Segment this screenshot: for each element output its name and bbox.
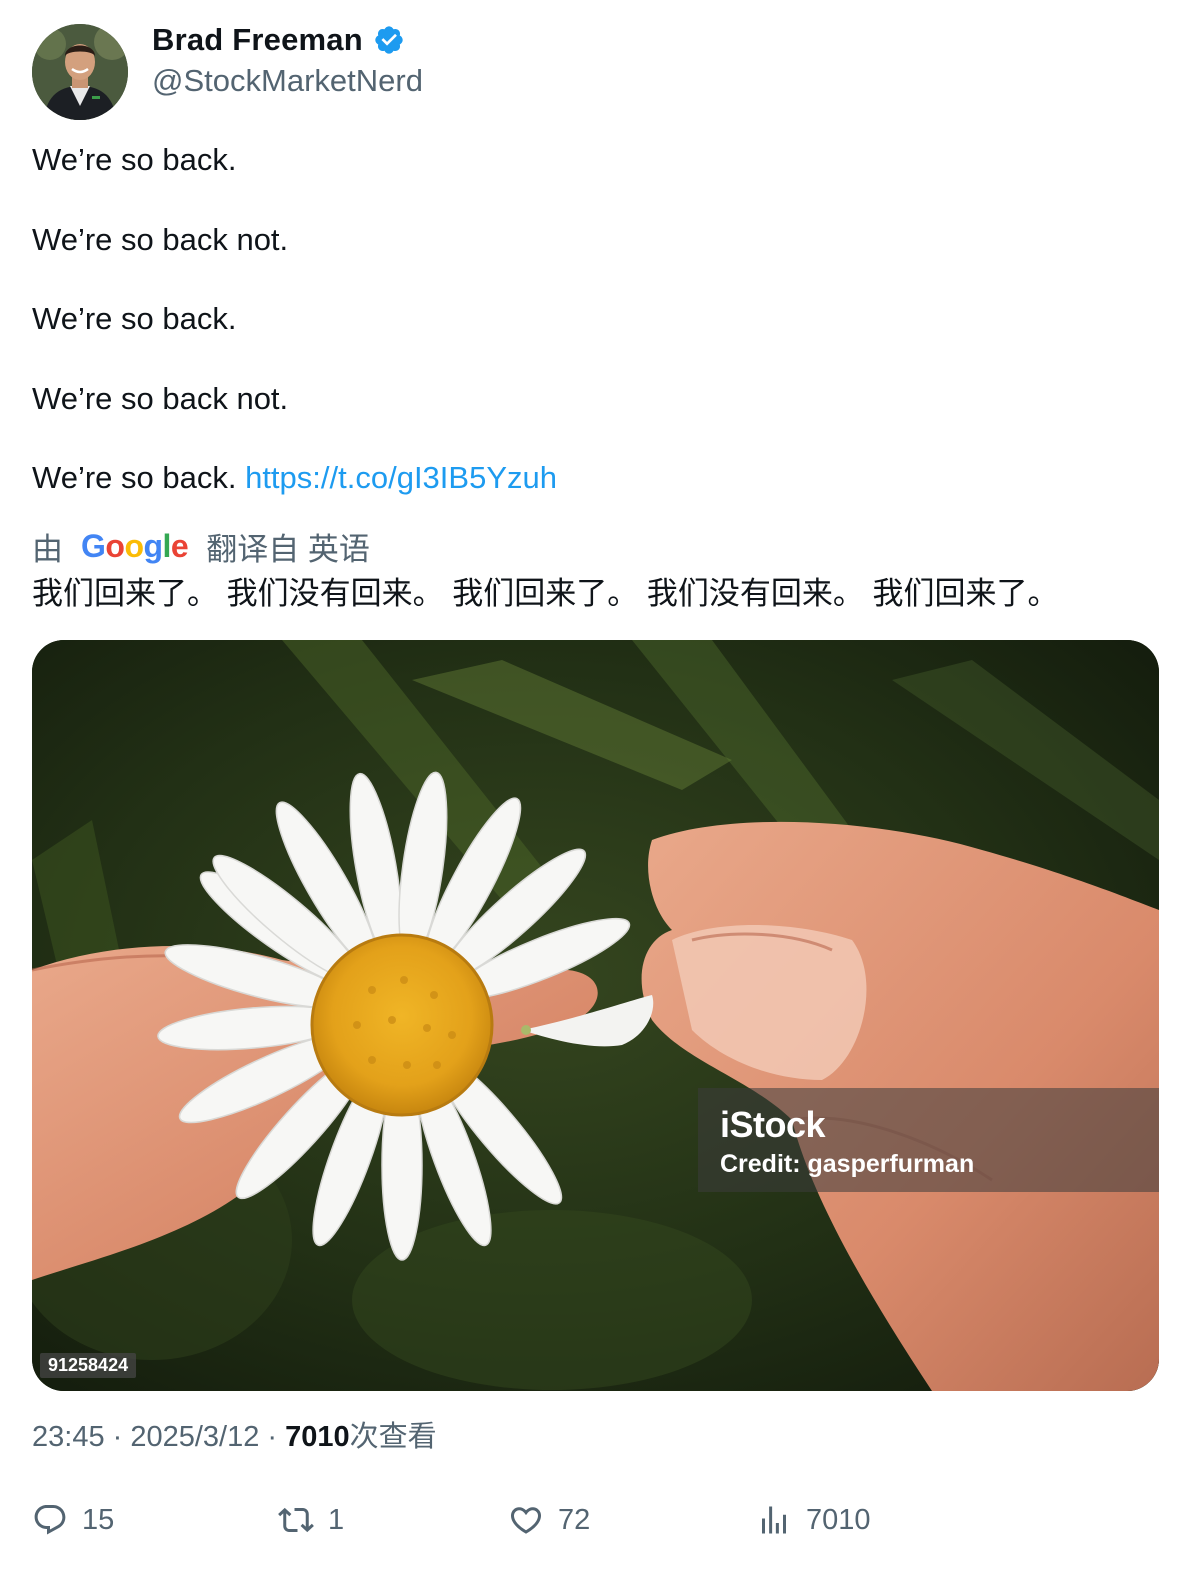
- meta-separator: ·: [104, 1421, 131, 1453]
- like-count: 72: [558, 1503, 591, 1536]
- analytics-bars-icon: [762, 1506, 786, 1534]
- tweet-line: We’re so back.: [32, 142, 237, 177]
- tweet-link[interactable]: https://t.co/gI3IB5Yzuh: [245, 460, 557, 495]
- google-logo: Google: [81, 527, 189, 564]
- tweet-date[interactable]: 2025/3/12: [130, 1421, 259, 1453]
- watermark-credit: Credit: gasperfurman: [720, 1150, 975, 1178]
- views-count: 7010: [285, 1421, 350, 1453]
- tweet-meta: 23:45 · 2025/3/12 · 7010次查看: [32, 1413, 437, 1455]
- tweet-line: We’re so back.: [32, 460, 237, 495]
- meta-separator: ·: [259, 1421, 286, 1453]
- like-button[interactable]: 72: [508, 1500, 590, 1540]
- watermark-brand: iStock: [720, 1104, 826, 1145]
- translation-attribution: 由 Google 翻译自 英语: [32, 524, 370, 568]
- retweet-button[interactable]: 1: [278, 1500, 344, 1540]
- tweet-line: We’re so back not.: [32, 380, 289, 416]
- views-button[interactable]: 7010: [756, 1500, 871, 1540]
- tweet-media-image[interactable]: iStock Credit: gasperfurman 91258424: [32, 640, 1159, 1391]
- stock-image-id: 91258424: [40, 1353, 137, 1378]
- reply-icon: [34, 1505, 66, 1535]
- tweet-line: We’re so back not.: [32, 221, 289, 257]
- avatar[interactable]: [32, 24, 128, 120]
- retweet-icon: [278, 1507, 314, 1533]
- tweet-text: We’re so back. We’re so back not. We’re …: [32, 140, 1162, 498]
- views-count-action: 7010: [806, 1503, 871, 1536]
- tweet-line-with-link: We’re so back. https://t.co/gI3IB5Yzuh: [32, 458, 1162, 498]
- views-label: 次查看: [349, 1421, 437, 1453]
- tweet-time[interactable]: 23:45: [32, 1421, 105, 1453]
- verified-badge-icon: [375, 26, 403, 54]
- translation-suffix: 翻译自 英语: [206, 531, 370, 567]
- translated-text: 我们回来了。 我们没有回来。 我们回来了。 我们没有回来。 我们回来了。: [32, 576, 1059, 611]
- reply-button[interactable]: 15: [32, 1500, 114, 1540]
- daisy-photo: [32, 640, 1159, 1391]
- author-name-row[interactable]: Brad Freeman: [152, 22, 405, 58]
- display-name[interactable]: Brad Freeman: [152, 22, 363, 58]
- istock-watermark: iStock Credit: gasperfurman: [698, 1088, 1159, 1192]
- avatar-image: [32, 24, 128, 120]
- tweet-line: We’re so back.: [32, 301, 237, 336]
- author-handle[interactable]: @StockMarketNerd: [152, 63, 423, 99]
- tweet-card: Brad Freeman @StockMarketNerd We’re so b…: [0, 0, 1196, 1574]
- retweet-count: 1: [328, 1503, 345, 1536]
- reply-count: 15: [82, 1503, 115, 1536]
- translation-prefix: 由: [32, 531, 63, 567]
- heart-icon: [510, 1507, 542, 1534]
